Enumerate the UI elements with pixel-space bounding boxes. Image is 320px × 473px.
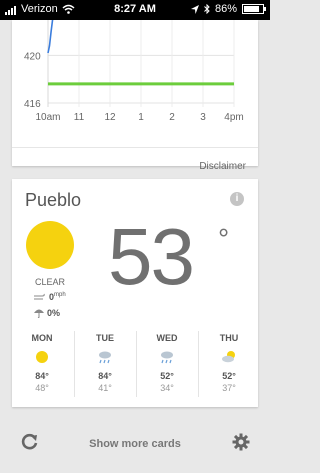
precip-row: 0% <box>34 308 60 318</box>
cloud-rain-icon <box>161 351 173 364</box>
forecast-low: 37° <box>222 383 236 393</box>
sun-icon <box>36 351 48 363</box>
bluetooth-icon <box>204 4 210 14</box>
location-arrow-icon <box>190 4 199 14</box>
precip-value: 0% <box>47 308 61 318</box>
x-tick-label: 12 <box>104 112 116 123</box>
line-chart: 42442041610am11121234pm <box>24 20 244 123</box>
x-tick-label: 3 <box>200 112 206 123</box>
forecast-day-name: WED <box>156 333 178 343</box>
series-line-pressure <box>47 20 54 54</box>
show-more-cards-button[interactable]: Show more cards <box>0 438 270 450</box>
battery-percent: 86% <box>214 3 237 15</box>
x-tick-label: 2 <box>169 112 175 123</box>
forecast-day: WED 52° 34° <box>136 331 197 397</box>
forecast-day-name: THU <box>219 333 239 343</box>
forecast-low: 48° <box>35 383 49 393</box>
wind-row: 0mph <box>34 292 66 302</box>
current-temperature: 53 <box>108 212 195 301</box>
umbrella-icon <box>34 309 44 318</box>
forecast-day: MON 84° 48° <box>12 331 72 397</box>
forecast-row: MON 84° 48° TUE 84° 41° WED 52° 34° THU … <box>12 331 258 397</box>
forecast-high: 52° <box>160 371 174 381</box>
battery-icon <box>242 4 266 14</box>
forecast-high: 84° <box>35 371 49 381</box>
bottom-bar: Show more cards <box>0 419 270 471</box>
pressure-chart-card[interactable]: 42442041610am11121234pm Disclaimer <box>12 20 258 172</box>
battery-level <box>244 6 260 12</box>
y-tick-label: 416 <box>24 99 41 110</box>
gear-icon[interactable] <box>232 433 250 451</box>
x-tick-label: 1 <box>138 112 144 123</box>
card-divider <box>12 147 258 148</box>
status-bar: Verizon 8:27 AM 86% <box>0 0 270 20</box>
sun-icon <box>26 221 74 269</box>
forecast-day: TUE 84° 41° <box>74 331 135 397</box>
forecast-day-name: MON <box>31 333 53 343</box>
y-tick-label: 420 <box>24 51 41 62</box>
x-tick-label: 4pm <box>224 112 243 123</box>
city-name: Pueblo <box>25 190 82 210</box>
condition-label: CLEAR <box>34 277 65 287</box>
wind-icon <box>34 293 45 300</box>
x-tick-label: 11 <box>74 112 85 123</box>
wind-unit: mph <box>54 292 66 298</box>
forecast-low: 41° <box>98 383 112 393</box>
forecast-day-name: TUE <box>96 333 114 343</box>
forecast-low: 34° <box>160 383 174 393</box>
info-icon[interactable]: i <box>230 192 244 206</box>
x-tick-label: 10am <box>35 112 60 123</box>
forecast-high: 52° <box>222 371 236 381</box>
status-right: 86% <box>190 3 266 15</box>
forecast-high: 84° <box>98 371 112 381</box>
cloud-rain-icon <box>99 351 111 364</box>
degree-symbol: ° <box>218 223 230 254</box>
forecast-day: THU 52° 37° <box>198 331 259 397</box>
weather-card[interactable]: Pueblo i CLEAR 0mph 0% 53 ° MON 84° 48° … <box>12 179 258 407</box>
partly-cloudy-icon <box>222 351 235 363</box>
disclaimer-link[interactable]: Disclaimer <box>199 161 246 172</box>
